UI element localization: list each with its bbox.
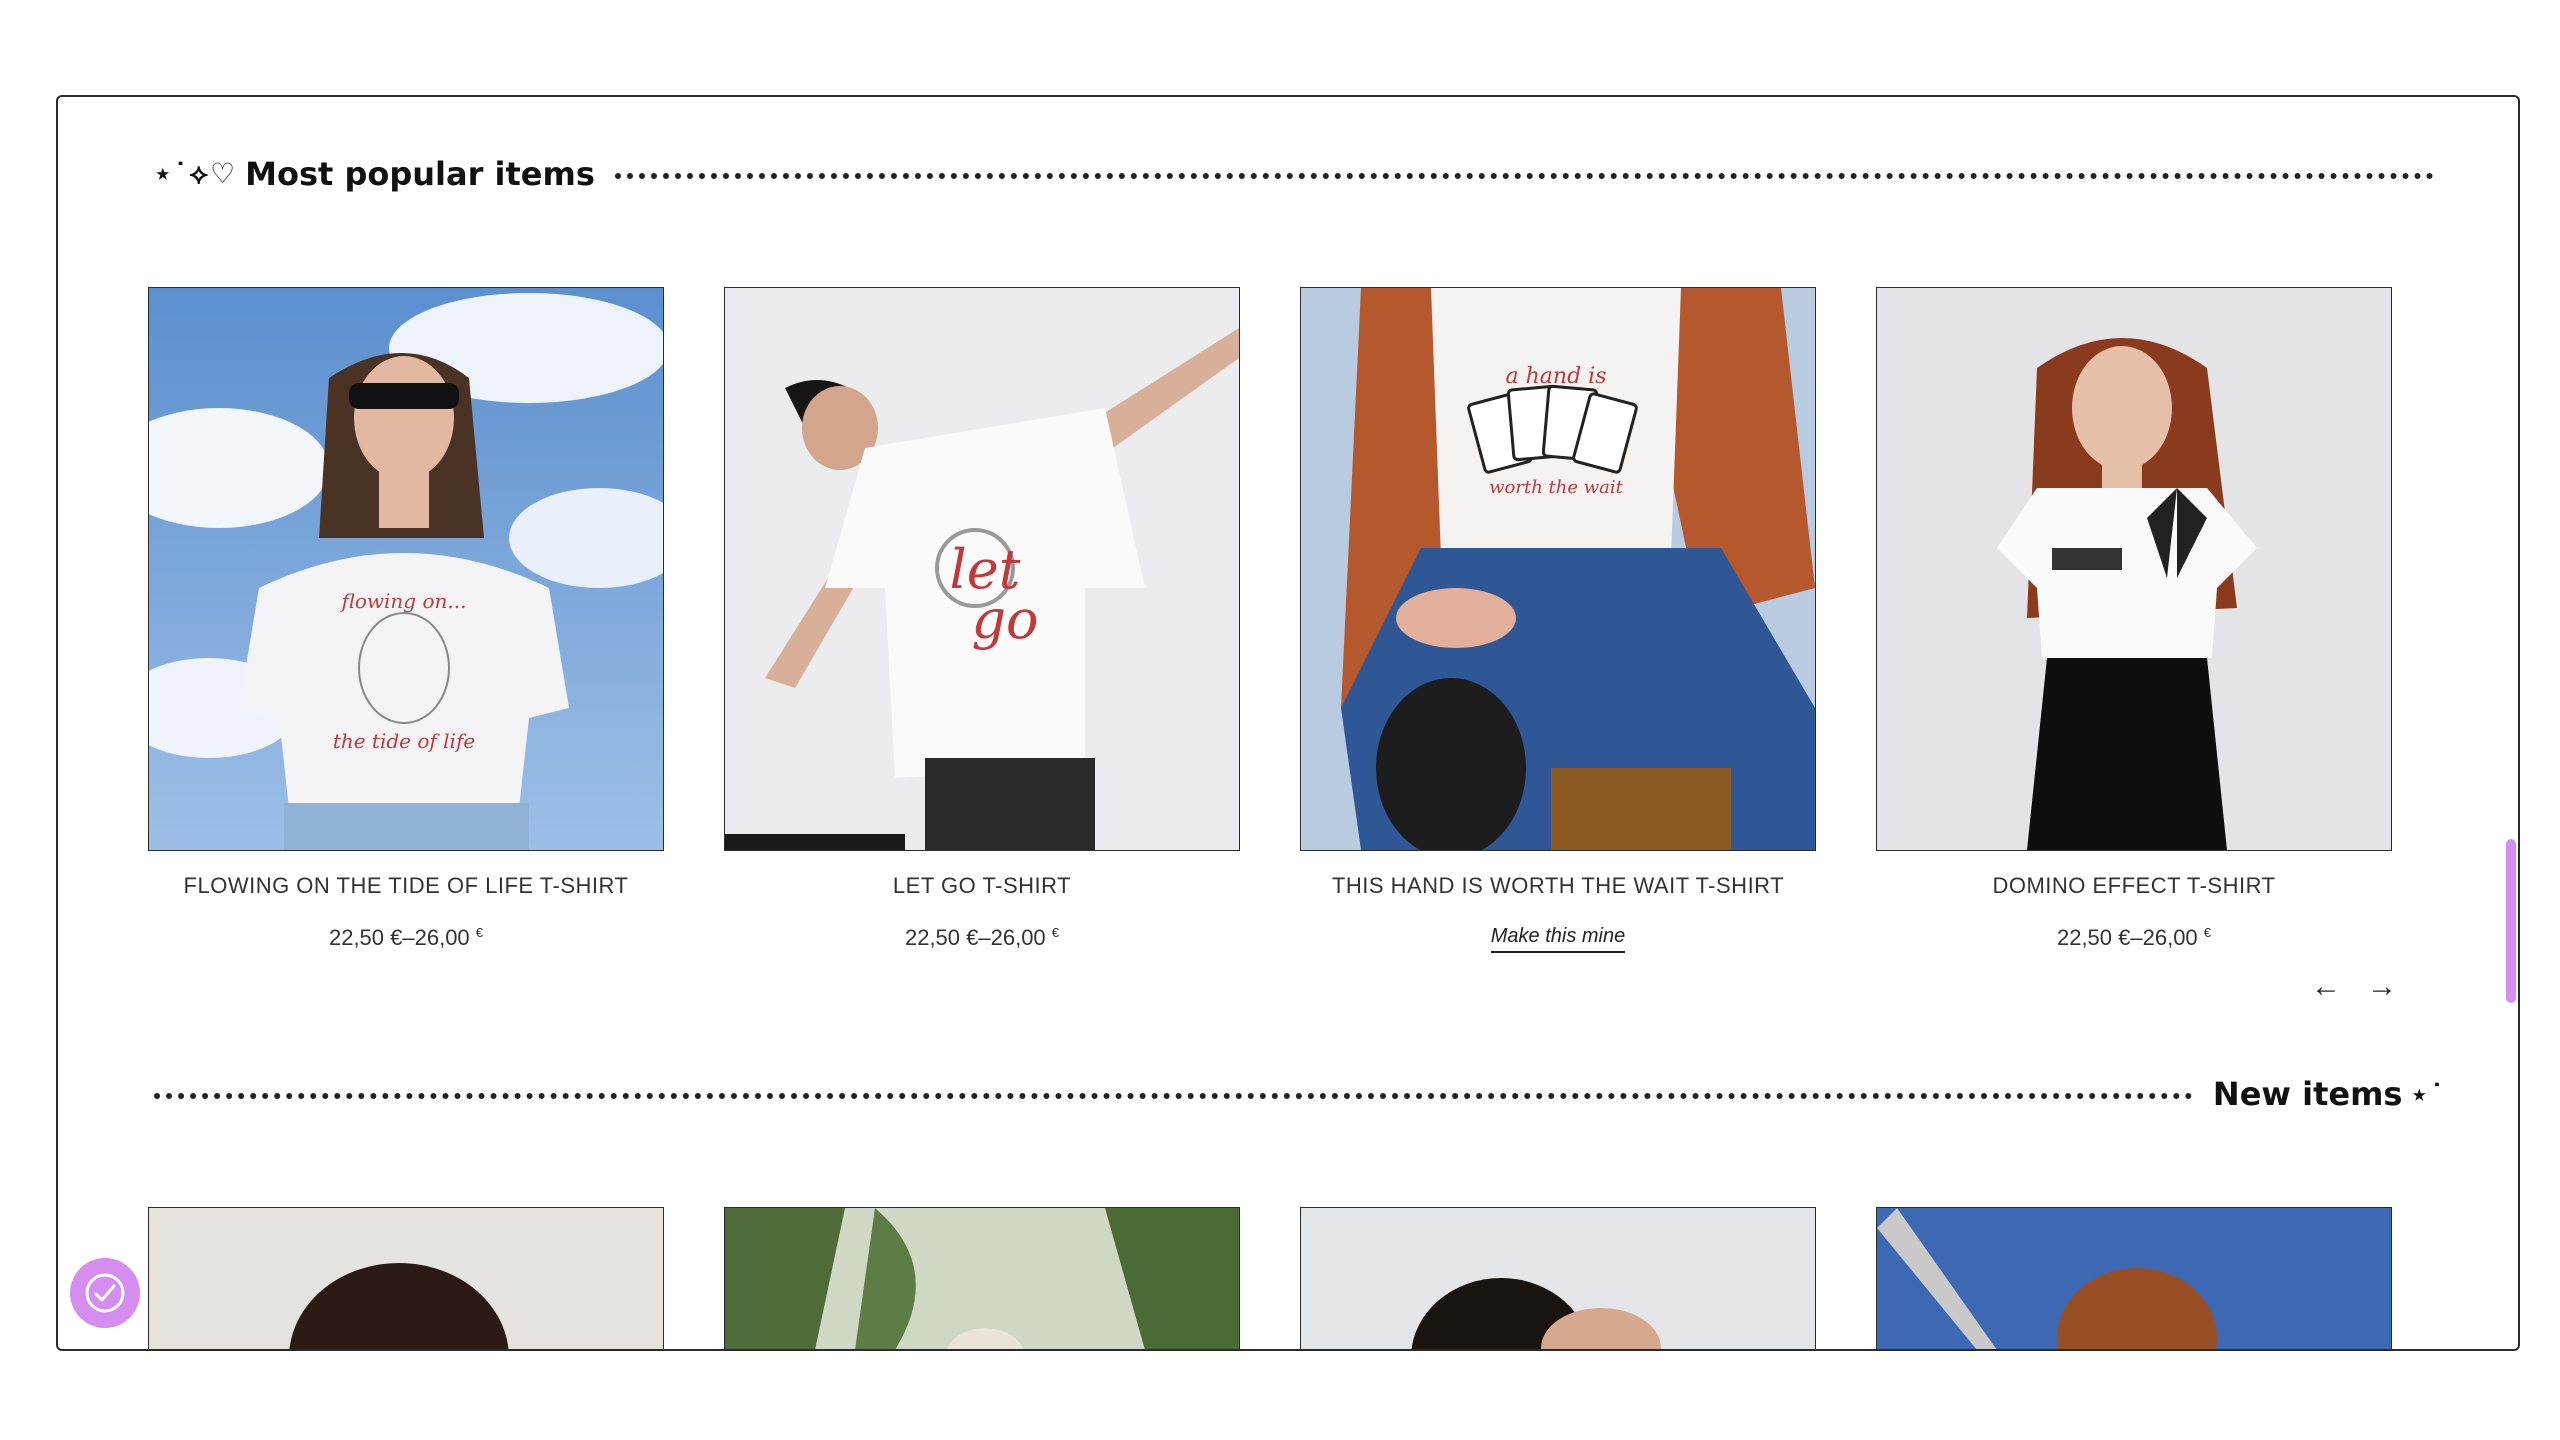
section-title: New items bbox=[2212, 1075, 2403, 1113]
product-card[interactable]: DOMINO EFFECT T-SHIRT 22,50 €–26,00 € bbox=[1876, 287, 2392, 951]
arrow-left-icon[interactable]: ← bbox=[2311, 972, 2341, 1002]
product-title[interactable]: FLOWING ON THE TIDE OF LIFE T-SHIRT bbox=[148, 873, 664, 899]
new-items-heading: New items ⋆˙ bbox=[154, 1075, 2454, 1113]
product-image[interactable] bbox=[724, 1207, 1240, 1349]
product-price: 22,50 €–26,00 € bbox=[904, 925, 1060, 950]
product-title[interactable]: LET GO T-SHIRT bbox=[724, 873, 1240, 899]
star-sparkle-heart-icon: ⋆˙⟡♡ bbox=[154, 157, 238, 190]
dotted-divider bbox=[154, 1093, 2193, 1099]
product-image[interactable]: flowing on... the tide of life bbox=[148, 287, 664, 851]
product-image[interactable] bbox=[1876, 1207, 2392, 1349]
make-this-mine-link[interactable]: Make this mine bbox=[1490, 925, 1626, 953]
product-price: 22,50 €–26,00 € bbox=[2056, 925, 2212, 950]
svg-text:worth the wait: worth the wait bbox=[1489, 477, 1623, 498]
product-card[interactable] bbox=[1876, 1207, 2392, 1349]
product-card[interactable]: let go LET GO T-SHIRT 22,50 €–26,00 € bbox=[724, 287, 1240, 951]
product-image[interactable] bbox=[1300, 1207, 1816, 1349]
arrow-right-icon[interactable]: → bbox=[2367, 972, 2397, 1002]
carousel-arrows: ← → bbox=[2311, 972, 2397, 1002]
product-price: 22,50 €–26,00 € bbox=[328, 925, 484, 950]
product-card[interactable]: flowing on... the tide of life FLOWING O… bbox=[148, 287, 664, 951]
scrollbar[interactable] bbox=[2504, 97, 2518, 1349]
product-card[interactable] bbox=[148, 1207, 664, 1349]
product-card[interactable] bbox=[1300, 1207, 1816, 1349]
product-title[interactable]: DOMINO EFFECT T-SHIRT bbox=[1876, 873, 2392, 899]
most-popular-heading: ⋆˙⟡♡ Most popular items bbox=[154, 155, 2454, 193]
product-image[interactable] bbox=[1876, 287, 2392, 851]
scrollbar-thumb[interactable] bbox=[2506, 839, 2516, 1003]
product-card[interactable]: a hand is worth the wait THIS HAND IS WO… bbox=[1300, 287, 1816, 953]
svg-text:a hand is: a hand is bbox=[1506, 364, 1607, 389]
page-frame: ⋆˙⟡♡ Most popular items flowing on... th… bbox=[56, 95, 2520, 1351]
product-image[interactable] bbox=[148, 1207, 664, 1349]
section-title: Most popular items bbox=[245, 155, 595, 193]
product-image[interactable]: let go bbox=[724, 287, 1240, 851]
product-card[interactable] bbox=[724, 1207, 1240, 1349]
accessibility-badge-button[interactable] bbox=[70, 1258, 140, 1328]
svg-text:go: go bbox=[971, 588, 1038, 651]
product-title[interactable]: THIS HAND IS WORTH THE WAIT T-SHIRT bbox=[1300, 873, 1816, 899]
svg-text:flowing on...: flowing on... bbox=[340, 589, 467, 613]
product-image[interactable]: a hand is worth the wait bbox=[1300, 287, 1816, 851]
star-sparkle-icon: ⋆˙ bbox=[2410, 1077, 2446, 1111]
svg-text:the tide of life: the tide of life bbox=[333, 729, 475, 753]
dotted-divider bbox=[614, 173, 2434, 179]
accessibility-badge-icon bbox=[85, 1273, 125, 1313]
